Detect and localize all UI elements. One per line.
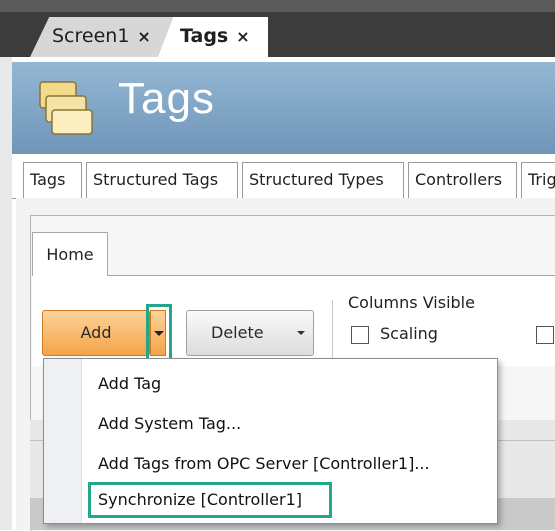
document-tab-strip: Screen1 × Tags × [0,0,555,58]
column-checkbox[interactable] [536,326,554,344]
menu-item-add-system-tag[interactable]: Add System Tag... [98,414,241,433]
scaling-checkbox-label: Scaling [380,324,438,343]
menu-item-add-tag[interactable]: Add Tag [98,374,161,393]
doc-tab-tags[interactable]: Tags × [158,17,268,57]
page-title: Tags [118,74,215,123]
tab-strip-top-border [0,0,555,12]
doc-tab-screen1-label: Screen1 [52,25,130,47]
add-button[interactable]: Add [42,310,150,356]
menu-item-add-tags-from-opc[interactable]: Add Tags from OPC Server [Controller1]..… [98,454,430,473]
ribbon-separator [332,300,333,358]
synchronize-highlight [88,482,332,518]
tab-structured-tags[interactable]: Structured Tags [86,162,238,198]
chevron-down-icon [297,331,305,335]
tab-tags[interactable]: Tags [23,162,82,198]
delete-button-label: Delete [211,323,264,342]
menu-icon-gutter [44,359,82,523]
tab-triggers[interactable]: Trig [521,162,555,198]
columns-visible-label: Columns Visible [348,293,475,312]
ribbon-tab-home[interactable]: Home [32,232,108,276]
doc-tab-tags-label: Tags [180,25,229,47]
close-icon[interactable]: × [236,27,249,46]
add-dropdown-highlight [146,304,172,364]
tab-structured-types[interactable]: Structured Types [242,162,404,198]
delete-button[interactable]: Delete [186,310,314,356]
close-icon[interactable]: × [137,27,150,46]
scaling-checkbox[interactable] [351,326,369,344]
folder-stack-icon [39,81,93,135]
tab-controllers[interactable]: Controllers [408,162,517,198]
